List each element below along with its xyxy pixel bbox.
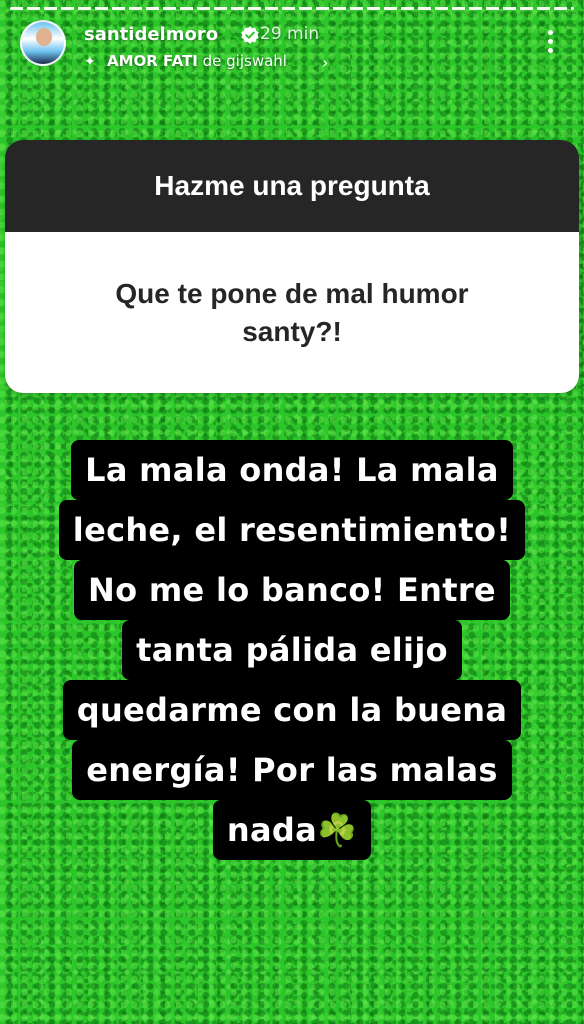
answer-line: La mala onda! La mala (71, 440, 513, 500)
chevron-right-icon[interactable]: › (322, 53, 328, 72)
answer-text-block: La mala onda! La mala leche, el resentim… (20, 440, 564, 860)
post-time: 29 min (260, 24, 320, 44)
music-sparkle-icon: ✦ (84, 54, 96, 70)
question-title: Hazme una pregunta (154, 170, 430, 201)
answer-line: leche, el resentimiento! (58, 500, 526, 560)
more-options-icon[interactable] (546, 30, 554, 58)
username[interactable]: santidelmoro (84, 24, 218, 45)
song-artist: gijswahl (226, 52, 287, 70)
music-attribution[interactable]: AMOR FATI de gijswahl (107, 52, 287, 70)
answer-line-last: nada☘️ (212, 800, 372, 860)
answer-line: No me lo banco! Entre (74, 560, 510, 620)
avatar-face (36, 28, 52, 46)
answer-line: tanta pálida elijo (122, 620, 462, 680)
question-sticker: Hazme una pregunta Que te pone de mal hu… (5, 140, 579, 393)
question-text: Que te pone de mal humor santy?! (115, 277, 469, 347)
story-progress-bar (10, 7, 574, 10)
verified-badge-icon (241, 26, 259, 44)
song-title: AMOR FATI (107, 52, 198, 70)
question-header: Hazme una pregunta (5, 140, 579, 232)
song-by: de (202, 52, 222, 70)
question-body: Que te pone de mal humor santy?! (5, 232, 579, 393)
story-header: santidelmoro 29 min ✦ AMOR FATI de gijsw… (20, 20, 564, 72)
answer-line: quedarme con la buena (62, 680, 522, 740)
answer-line: energía! Por las malas (72, 740, 512, 800)
avatar[interactable] (20, 20, 66, 66)
